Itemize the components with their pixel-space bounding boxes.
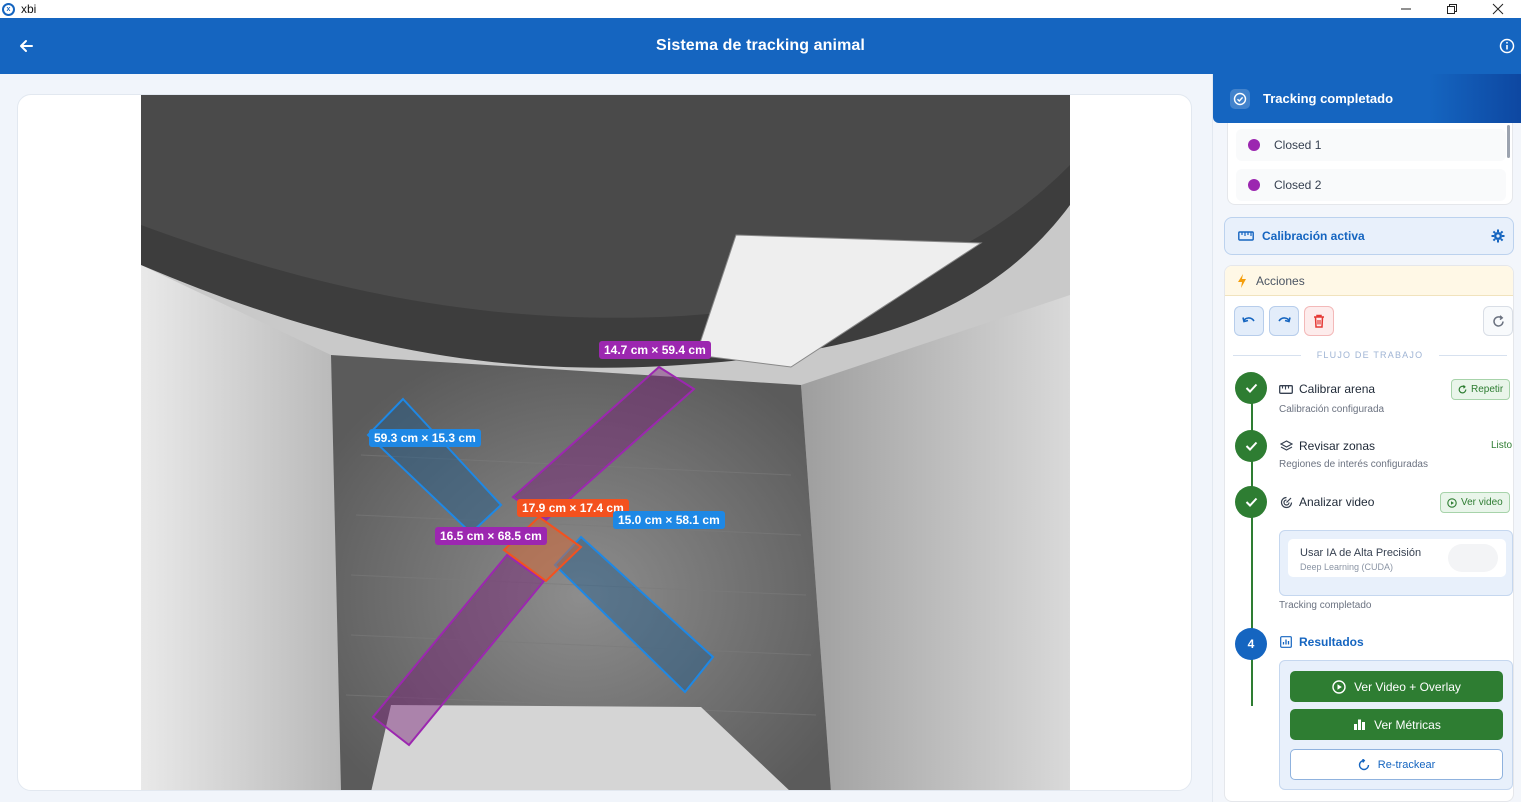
- step-1-subtitle: Calibración configurada: [1279, 404, 1385, 415]
- refresh-button[interactable]: [1483, 306, 1513, 336]
- trash-icon: [1314, 314, 1324, 328]
- tracking-status-label: Tracking completado: [1263, 91, 1394, 106]
- video-frame[interactable]: 14.7 cm × 59.4 cm 59.3 cm × 15.3 cm 17.9…: [141, 95, 1070, 790]
- layers-icon: [1279, 439, 1293, 453]
- redo-button[interactable]: [1269, 306, 1299, 336]
- refresh-icon: [1492, 314, 1504, 327]
- zone-label-center: 17.9 cm × 17.4 cm: [517, 499, 629, 517]
- delete-button[interactable]: [1304, 306, 1334, 336]
- zone-color-dot: [1248, 179, 1260, 191]
- page-title: Sistema de tracking animal: [656, 37, 865, 54]
- repeat-calibration-button[interactable]: Repetir: [1451, 379, 1511, 400]
- step-2-subtitle: Regiones de interés configuradas: [1279, 459, 1428, 470]
- step-3-subtitle: Tracking completado: [1279, 600, 1372, 611]
- zone-item-closed-1[interactable]: Closed 1: [1236, 129, 1506, 161]
- actions-header: Acciones: [1225, 266, 1513, 296]
- video-card: 14.7 cm × 59.4 cm 59.3 cm × 15.3 cm 17.9…: [17, 94, 1192, 791]
- step-1-label: Calibrar arena: [1299, 382, 1376, 396]
- radar-icon: [1279, 495, 1293, 509]
- lightning-icon: [1238, 273, 1246, 288]
- check-circle-icon: [1230, 88, 1250, 109]
- arrow-left-icon: [20, 40, 33, 52]
- refresh-icon: [1358, 758, 1370, 771]
- step-1-title: Calibrar arena: [1279, 382, 1375, 396]
- retrack-label: Re-trackear: [1377, 758, 1436, 771]
- ai-precision-toggle[interactable]: [1448, 544, 1498, 572]
- repeat-label: Repetir: [1471, 384, 1504, 395]
- step-2-ready-label: Listo: [1491, 440, 1513, 451]
- play-circle-icon: [1447, 497, 1457, 508]
- gear-icon[interactable]: [1491, 229, 1505, 243]
- app-bar: Sistema de tracking animal: [0, 18, 1521, 74]
- view-metrics-button[interactable]: Ver Métricas: [1290, 709, 1503, 740]
- step-4-number-text: 4: [1247, 637, 1255, 651]
- close-window-button[interactable]: [1475, 0, 1521, 18]
- close-icon: [1492, 3, 1504, 15]
- zones-list: Closed 1 Closed 2: [1227, 123, 1513, 205]
- main-area: 14.7 cm × 59.4 cm 59.3 cm × 15.3 cm 17.9…: [0, 74, 1212, 802]
- minimize-button[interactable]: [1383, 0, 1429, 18]
- retrack-button[interactable]: Re-trackear: [1290, 749, 1503, 780]
- step-3-check-icon: [1235, 486, 1267, 518]
- step-4-number: 4: [1235, 628, 1267, 660]
- tracking-status-header: Tracking completado: [1213, 74, 1521, 123]
- ai-title: Usar IA de Alta Precisión: [1300, 547, 1422, 559]
- view-video-label: Ver video: [1461, 497, 1503, 508]
- zone-item-closed-2[interactable]: Closed 2: [1236, 169, 1506, 201]
- zone-label-closed-2: 16.5 cm × 68.5 cm: [435, 527, 547, 545]
- ruler-icon: [1279, 382, 1293, 396]
- window-titlebar: x xbi: [0, 0, 1521, 18]
- step-2-title: Revisar zonas: [1279, 439, 1375, 453]
- step-2-check-icon: [1235, 430, 1267, 462]
- minimize-icon: [1401, 8, 1411, 10]
- window-title: xbi: [21, 2, 37, 16]
- view-video-overlay-button[interactable]: Ver Video + Overlay: [1290, 671, 1503, 702]
- step-3-label: Analizar video: [1299, 495, 1375, 509]
- view-video-overlay-label: Ver Video + Overlay: [1354, 679, 1461, 694]
- redo-icon: [1278, 317, 1291, 323]
- zone-label-open-1: 59.3 cm × 15.3 cm: [369, 429, 481, 447]
- ai-precision-box: Usar IA de Alta Precisión Deep Learning …: [1279, 530, 1513, 596]
- step-1-check-icon: [1235, 372, 1267, 404]
- play-circle-icon: [1332, 679, 1346, 694]
- window-controls: [1383, 0, 1521, 18]
- side-panel: Tracking completado Closed 1 Closed 2 Ca…: [1212, 74, 1521, 802]
- workflow-title: FLUJO DE TRABAJO: [1225, 350, 1513, 360]
- step-4-label: Resultados: [1299, 635, 1364, 649]
- arena-scene: [141, 95, 1070, 790]
- actions-panel: Acciones FLUJO DE TRABAJO Calibrar arena…: [1224, 265, 1514, 802]
- zones-scrollbar[interactable]: [1507, 125, 1510, 158]
- zone-item-label: Closed 2: [1274, 178, 1322, 192]
- zone-label-closed-1: 14.7 cm × 59.4 cm: [599, 341, 711, 359]
- undo-button[interactable]: [1234, 306, 1264, 336]
- back-button[interactable]: [14, 34, 38, 58]
- undo-icon: [1242, 317, 1255, 323]
- step-2-label: Revisar zonas: [1299, 439, 1376, 453]
- results-actions: Ver Video + Overlay Ver Métricas Re-trac…: [1279, 660, 1513, 790]
- step-3-title: Analizar video: [1279, 495, 1374, 509]
- actions-title: Acciones: [1256, 273, 1305, 288]
- calibration-status[interactable]: Calibración activa: [1224, 217, 1514, 255]
- restore-button[interactable]: [1429, 0, 1475, 18]
- zone-label-open-2: 15.0 cm × 58.1 cm: [613, 511, 725, 529]
- restore-icon: [1447, 4, 1457, 14]
- view-video-button[interactable]: Ver video: [1440, 492, 1510, 513]
- zone-color-dot: [1248, 139, 1260, 151]
- view-metrics-label: Ver Métricas: [1374, 717, 1441, 732]
- calibration-label: Calibración activa: [1262, 229, 1365, 243]
- ruler-icon: [1238, 228, 1254, 244]
- app-logo-icon: x: [2, 2, 15, 16]
- info-icon: [1499, 38, 1515, 54]
- chart-icon: [1279, 635, 1293, 649]
- zone-item-label: Closed 1: [1274, 138, 1322, 152]
- ai-precision-option: Usar IA de Alta Precisión Deep Learning …: [1288, 539, 1506, 577]
- ai-subtitle: Deep Learning (CUDA): [1300, 562, 1394, 572]
- step-4-title: Resultados: [1279, 635, 1364, 649]
- refresh-icon: [1458, 385, 1467, 394]
- bar-chart-icon: [1352, 718, 1366, 732]
- info-button[interactable]: [1497, 36, 1517, 56]
